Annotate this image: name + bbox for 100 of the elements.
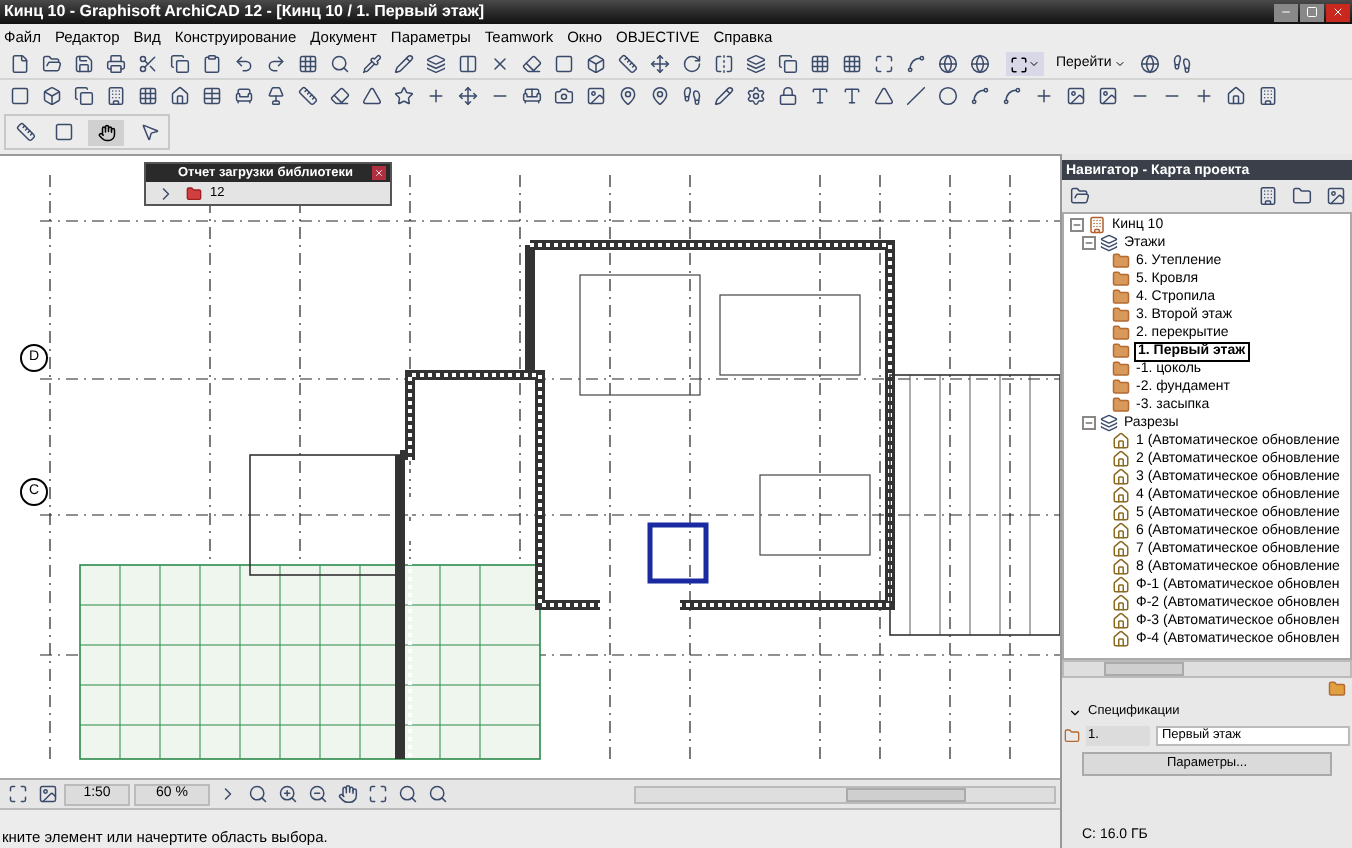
search-icon[interactable] xyxy=(326,51,352,77)
expander-icon[interactable] xyxy=(1082,236,1096,250)
save-icon[interactable] xyxy=(70,51,96,77)
hand-icon xyxy=(97,123,115,141)
move-icon[interactable] xyxy=(454,82,480,108)
curve-icon[interactable] xyxy=(902,51,928,77)
folder-icon xyxy=(1112,252,1130,270)
gear-icon[interactable] xyxy=(742,82,768,108)
close-icon xyxy=(1332,6,1344,18)
open-folder-icon[interactable] xyxy=(38,51,64,77)
house-icon xyxy=(1112,522,1130,540)
eraser-icon[interactable] xyxy=(518,51,544,77)
frame-icon[interactable] xyxy=(870,51,896,77)
maximize-button[interactable] xyxy=(1300,3,1324,21)
image-icon[interactable] xyxy=(582,82,608,108)
grid-icon[interactable] xyxy=(294,51,320,77)
globe-icon[interactable] xyxy=(934,51,960,77)
cut-icon[interactable] xyxy=(134,51,160,77)
close-button[interactable] xyxy=(372,166,386,180)
fit-icon[interactable] xyxy=(4,781,30,807)
house-icon[interactable] xyxy=(166,82,192,108)
copy-icon[interactable] xyxy=(774,51,800,77)
window-title: Кинц 10 - Graphisoft ArchiCAD 12 - [Кинц 10 / 1. Первый этаж] xyxy=(4,2,485,22)
line-icon[interactable] xyxy=(902,82,928,108)
star-icon[interactable] xyxy=(390,82,416,108)
mirror-icon[interactable] xyxy=(710,51,736,77)
fit-window-icon[interactable] xyxy=(364,781,390,807)
layout-icon[interactable] xyxy=(34,781,60,807)
folder-icon xyxy=(1112,360,1130,378)
frame-icon xyxy=(1010,55,1028,73)
folder-icon xyxy=(1112,342,1130,360)
fill-icon[interactable] xyxy=(870,82,896,108)
zoom-out-icon[interactable] xyxy=(304,781,330,807)
lock-icon[interactable] xyxy=(774,82,800,108)
print-icon[interactable] xyxy=(102,51,128,77)
expander-icon[interactable] xyxy=(1070,218,1084,232)
ruler-icon[interactable] xyxy=(614,51,640,77)
square-icon[interactable] xyxy=(550,51,576,77)
house-icon xyxy=(1112,540,1130,558)
zoom-next-icon[interactable] xyxy=(424,781,450,807)
ruler-icon[interactable] xyxy=(12,119,38,145)
globe-icon[interactable] xyxy=(1137,51,1164,77)
spline-icon[interactable] xyxy=(998,82,1024,108)
house-icon xyxy=(1112,450,1130,468)
move-icon[interactable] xyxy=(646,51,672,77)
folder-icon[interactable] xyxy=(1066,183,1092,209)
house-icon xyxy=(1112,432,1130,450)
folder-icon xyxy=(1328,680,1346,698)
globe-icon[interactable] xyxy=(966,51,992,77)
folder-icon xyxy=(1112,396,1130,414)
columns-icon[interactable] xyxy=(454,51,480,77)
horizontal-scrollbar[interactable] xyxy=(634,785,1056,803)
drawing-icon[interactable] xyxy=(1094,82,1120,108)
walk-icon[interactable] xyxy=(1169,51,1196,77)
house-icon xyxy=(1112,594,1130,612)
caret-icon xyxy=(1028,58,1040,70)
tree-scrollbar[interactable] xyxy=(1062,660,1352,678)
eraser-icon[interactable] xyxy=(326,82,352,108)
steps-icon[interactable] xyxy=(678,82,704,108)
folder-icon xyxy=(1112,288,1130,306)
box-icon[interactable] xyxy=(38,82,64,108)
grid-icon[interactable] xyxy=(806,51,832,77)
house-icon xyxy=(1112,630,1130,648)
pencil-icon[interactable] xyxy=(710,82,736,108)
layers-icon xyxy=(1100,234,1118,252)
layers-icon xyxy=(1100,414,1118,432)
minimize-button[interactable] xyxy=(1274,3,1298,21)
rectangle-icon[interactable] xyxy=(50,119,76,145)
copy-icon[interactable] xyxy=(166,51,192,77)
ruler-icon[interactable] xyxy=(294,82,320,108)
pencil-icon[interactable] xyxy=(390,51,416,77)
maximize-icon xyxy=(1306,6,1318,18)
view-button[interactable] xyxy=(1006,52,1044,76)
layers-icon[interactable] xyxy=(422,51,448,77)
folder-icon xyxy=(1064,728,1080,744)
pan-icon[interactable] xyxy=(334,781,360,807)
layers-icon[interactable] xyxy=(742,51,768,77)
zoom-icon[interactable] xyxy=(244,781,270,807)
rotate-icon[interactable] xyxy=(678,51,704,77)
folder-icon xyxy=(1112,324,1130,342)
hand-button[interactable] xyxy=(88,119,124,145)
picture-icon[interactable] xyxy=(1062,82,1088,108)
grid-icon[interactable] xyxy=(838,51,864,77)
circle-icon[interactable] xyxy=(934,82,960,108)
pipette-icon[interactable] xyxy=(358,51,384,77)
building-icon xyxy=(1088,216,1106,234)
window-icon[interactable] xyxy=(134,82,160,108)
house-icon[interactable] xyxy=(1222,82,1248,108)
folder-icon xyxy=(186,185,202,201)
close-button[interactable] xyxy=(1326,3,1350,21)
collapse-triangle-icon[interactable] xyxy=(1068,705,1082,719)
house-icon xyxy=(1112,468,1130,486)
box-icon[interactable] xyxy=(582,51,608,77)
triangle-icon[interactable] xyxy=(358,82,384,108)
expander-icon[interactable] xyxy=(1082,416,1096,430)
zoom-previous-icon[interactable] xyxy=(394,781,420,807)
table-icon[interactable] xyxy=(198,82,224,108)
copy-icon[interactable] xyxy=(70,82,96,108)
marquee-icon[interactable] xyxy=(6,82,32,108)
zoom-in-icon[interactable] xyxy=(274,781,300,807)
